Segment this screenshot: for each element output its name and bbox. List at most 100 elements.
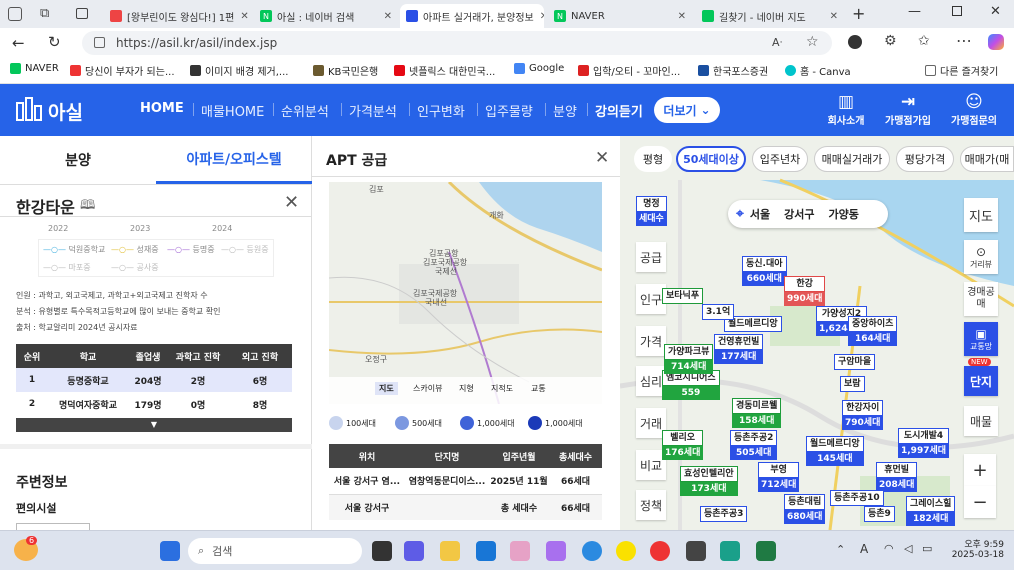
apartment-marker[interactable]: 보타닉푸 <box>662 288 704 304</box>
map-btn-transit[interactable]: ▣ 교통망 <box>964 322 998 356</box>
logo-text[interactable]: 아실 <box>48 98 83 125</box>
more-icon[interactable]: ⋯ <box>956 31 972 50</box>
kakaotalk-icon[interactable] <box>616 541 636 561</box>
map-type-cadastral[interactable]: 지적도 <box>491 383 513 394</box>
favorite-star-icon[interactable]: ☆ <box>806 34 819 50</box>
fav-8[interactable]: 홈 - Canva <box>785 63 851 78</box>
apartment-marker[interactable]: 한강 990세대 <box>784 276 826 306</box>
franchise-join-button[interactable]: ⇥ 가맹점가입 <box>880 92 936 127</box>
zoom-in-button[interactable]: + <box>964 454 996 486</box>
map-btn-complex[interactable]: 단지 <box>964 366 998 396</box>
refresh-icon[interactable]: ↻ <box>48 33 61 51</box>
volume-icon[interactable]: ◁ <box>904 542 912 555</box>
battery-icon[interactable]: ▭ <box>922 542 932 555</box>
apartment-marker[interactable]: 등촌주공3 <box>700 506 748 522</box>
close-icon[interactable]: ✕ <box>595 148 609 168</box>
zoom-out-button[interactable]: − <box>964 486 996 518</box>
nav-lecture[interactable]: 강의듣기 <box>595 101 643 120</box>
chrome-icon[interactable] <box>650 541 670 561</box>
map-btn-policy[interactable]: 정책 <box>636 490 666 520</box>
apartment-marker[interactable]: 벨리오 176세대 <box>662 430 704 460</box>
filter-sale-price[interactable]: 매매가(매 <box>960 146 1014 172</box>
wifi-icon[interactable]: ◠ <box>884 542 894 555</box>
close-icon[interactable]: ✕ <box>824 11 838 22</box>
table-row[interactable]: 서울 강서구 염... 염창역동문디이스... 2025년 11월 66세대 <box>329 468 602 494</box>
map-btn-supply[interactable]: 공급 <box>636 242 666 272</box>
apartment-marker[interactable]: 등촌대림 680세대 <box>784 494 826 524</box>
new-tab-button[interactable]: + <box>852 4 865 23</box>
back-icon[interactable]: ← <box>12 34 25 52</box>
teams-icon[interactable] <box>404 541 424 561</box>
map-type-skyview[interactable]: 스카이뷰 <box>413 383 442 394</box>
location-selector[interactable]: ⌖ 서울 강서구 가양동 <box>728 200 888 228</box>
location-dong[interactable]: 가양동 <box>829 206 859 222</box>
nav-sale-home[interactable]: 매물HOME <box>201 101 264 120</box>
tab-presale[interactable]: 분양 <box>0 136 156 184</box>
filter-year[interactable]: 입주년차 <box>752 146 808 172</box>
app-icon[interactable] <box>686 541 706 561</box>
apartment-marker[interactable]: 효성인텔리안 173세대 <box>680 466 738 496</box>
ime-indicator[interactable]: A <box>860 542 868 556</box>
apartment-marker[interactable]: 명정 세대수 <box>636 196 667 226</box>
tab-0[interactable]: [왕부린이도 왕심다!] 1편 ✕ <box>104 4 252 28</box>
app-icon[interactable] <box>510 541 530 561</box>
start-icon[interactable] <box>160 541 180 561</box>
tab-1[interactable]: N 아실 : 네이버 검색 ✕ <box>254 4 398 28</box>
task-view-icon[interactable] <box>372 541 392 561</box>
copilot-icon[interactable] <box>546 541 566 561</box>
nav-price[interactable]: 가격분석 <box>349 101 397 120</box>
fav-naver[interactable]: NAVER <box>10 63 59 74</box>
app-icon[interactable] <box>720 541 740 561</box>
favorites-icon[interactable]: ✩ <box>918 33 930 49</box>
tab-3[interactable]: N NAVER ✕ <box>548 4 692 28</box>
company-intro-button[interactable]: ▥ 회사소개 <box>826 92 866 127</box>
nav-supply[interactable]: 입주물량 <box>485 101 533 120</box>
filter-households[interactable]: 50세대이상 <box>676 146 746 172</box>
apartment-marker[interactable]: 도시개발4 1,997세대 <box>898 428 950 458</box>
fav-3[interactable]: KB국민은행 <box>313 63 378 78</box>
apartment-marker[interactable]: 한강자이 790세대 <box>842 400 884 430</box>
map-btn-map[interactable]: 지도 <box>964 198 998 232</box>
apartment-marker[interactable]: 등촌9 <box>864 506 895 522</box>
apartment-marker[interactable]: 경동미르웰 158세대 <box>732 398 782 428</box>
close-window-button[interactable]: ✕ <box>990 4 1001 19</box>
mini-map[interactable]: 김포 김포공항 김포국제공항 국제선 김포국제공항 국내선 오정구 개화 지도 … <box>329 182 602 404</box>
nav-population[interactable]: 인구변화 <box>417 101 465 120</box>
close-icon[interactable]: ✕ <box>284 192 299 213</box>
map-btn-price[interactable]: 가격 <box>636 326 666 356</box>
filter-price[interactable]: 매매실거래가 <box>814 146 890 172</box>
site-info-icon[interactable] <box>94 37 105 48</box>
apartment-marker[interactable]: 구암마을 <box>834 354 876 370</box>
logo-icon[interactable] <box>16 97 42 121</box>
expand-button[interactable]: ▼ <box>16 418 292 432</box>
nav-home[interactable]: HOME <box>140 101 184 116</box>
tab-2[interactable]: 아파트 실거래가, 분양정보 ✕ <box>400 4 544 28</box>
close-icon[interactable]: ✕ <box>234 11 248 22</box>
apartment-marker[interactable]: 엠코지니어스 559 <box>662 370 720 400</box>
table-row[interactable]: 2 명덕여자중학교 179명 0명 8명 <box>16 392 292 416</box>
minimize-button[interactable]: — <box>908 4 921 19</box>
nav-presale[interactable]: 분양 <box>553 101 577 120</box>
edge-icon[interactable] <box>582 541 602 561</box>
apartment-marker[interactable]: 건영휴먼빌 177세대 <box>714 334 764 364</box>
fav-1[interactable]: 당신이 부자가 되는... <box>70 63 175 78</box>
apartment-marker[interactable]: 3.1억 <box>702 304 735 320</box>
read-aloud-icon[interactable]: Aᐧ <box>772 36 782 49</box>
apartment-marker[interactable]: 월드메르디앙 145세대 <box>806 436 864 466</box>
apartment-marker[interactable]: 부영 712세대 <box>758 462 800 492</box>
map-book-icon[interactable]: 🕮 <box>80 196 95 218</box>
apartment-marker[interactable]: 보람 <box>840 376 865 392</box>
apartment-marker[interactable]: 가양파크뷰 714세대 <box>664 344 714 374</box>
filter-area[interactable]: 평형 <box>634 146 672 172</box>
apartment-marker[interactable]: 동신.대아 660세대 <box>742 256 787 286</box>
restore-button[interactable] <box>952 6 962 16</box>
nav-rank[interactable]: 순위분석 <box>281 101 329 120</box>
location-city[interactable]: 서울 <box>750 206 770 222</box>
map-btn-listing[interactable]: 매물 <box>964 406 998 436</box>
tab-apartment[interactable]: 아파트/오피스텔 <box>156 136 312 184</box>
fav-4[interactable]: 넷플릭스 대한민국... <box>394 63 495 78</box>
chevron-up-icon[interactable]: ⌃ <box>836 543 845 556</box>
excel-icon[interactable] <box>756 541 776 561</box>
facility-box[interactable] <box>16 523 90 530</box>
url-input[interactable]: https://asil.kr/asil/index.jsp <box>82 31 832 55</box>
